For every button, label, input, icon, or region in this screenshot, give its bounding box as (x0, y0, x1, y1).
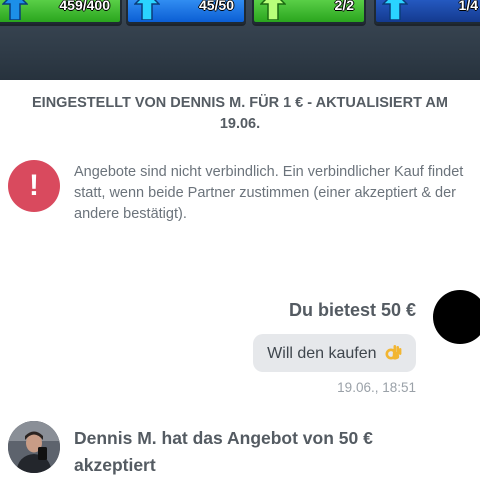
upgrade-arrow-icon (134, 0, 160, 20)
message-timestamp: 19.06., 18:51 (337, 380, 416, 395)
stat-chip-4: 1/4 (374, 0, 480, 24)
stat-value: 459/400 (59, 0, 110, 13)
avatar[interactable] (8, 421, 60, 473)
alert-icon: ! (8, 160, 60, 212)
game-screenshot: 459/400 45/50 2/2 1/4 (0, 0, 480, 80)
upgrade-arrow-icon (260, 0, 286, 20)
stat-value: 45/50 (198, 0, 234, 13)
stat-chip-2: 45/50 (126, 0, 246, 24)
acceptance-message: Dennis M. hat das Angebot von 50 € akzep… (74, 428, 373, 475)
message-text: Will den kaufen (267, 345, 377, 362)
avatar[interactable] (433, 290, 480, 344)
stat-chip-1: 459/400 (0, 0, 122, 24)
message-bubble: Will den kaufen (253, 334, 416, 372)
upgrade-arrow-icon (382, 0, 408, 20)
ok-hand-icon (385, 345, 402, 360)
stat-value: 2/2 (334, 0, 354, 13)
offer-title: Du bietest 50 € (288, 300, 416, 320)
listing-info: EINGESTELLT VON DENNIS M. FÜR 1 € - AKTU… (32, 95, 448, 132)
user-photo-icon (8, 421, 60, 473)
stat-value: 1/4 (458, 0, 478, 13)
upgrade-arrow-icon (2, 0, 28, 20)
notice-text: Angebote sind nicht verbindlich. Ein ver… (74, 164, 464, 222)
stat-chip-3: 2/2 (252, 0, 366, 24)
